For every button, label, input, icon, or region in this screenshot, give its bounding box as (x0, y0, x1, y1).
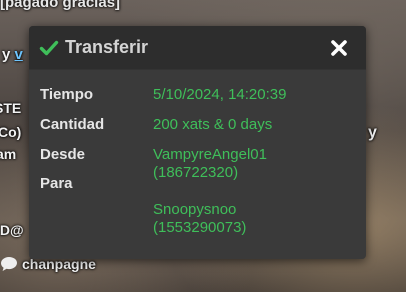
row-desde: Desde Para VampyreAngel01 (186722320) (40, 146, 366, 193)
chat-bubble-icon (1, 257, 17, 271)
background-side-text-4: y (368, 124, 377, 141)
row-cantidad: Cantidad 200 xats & 0 days (40, 116, 366, 134)
cantidad-value: 200 xats & 0 days (153, 116, 273, 133)
dialog-title: Transferir (65, 37, 149, 57)
desde-userid: (186722320) (153, 164, 239, 181)
background-message-top: [pagado gracias] (0, 0, 121, 11)
para-label: Para (40, 175, 73, 192)
dialog-header: Transferir (29, 26, 366, 70)
para-userid: (1553290073) (153, 219, 247, 236)
check-icon (39, 38, 59, 58)
tiempo-value: 5/10/2024, 14:20:39 (153, 86, 287, 103)
para-username: Snoopysnoo (153, 201, 237, 218)
background-side-text-5: ID@ (0, 222, 24, 238)
background-side-text-1: STE (0, 100, 22, 116)
background-message-y: y v (2, 46, 23, 63)
desde-label: Desde Para (40, 146, 153, 193)
dialog-body: Tiempo 5/10/2024, 14:20:39 Cantidad 200 … (29, 70, 366, 237)
background-y-prefix: y (2, 46, 15, 63)
desde-label-text: Desde (40, 146, 86, 163)
background-side-text-3: am (0, 146, 17, 162)
desde-value: VampyreAngel01 (186722320) (153, 146, 267, 193)
row-tiempo: Tiempo 5/10/2024, 14:20:39 (40, 86, 366, 104)
desde-username: VampyreAngel01 (153, 146, 267, 163)
cantidad-label: Cantidad (40, 116, 105, 133)
tiempo-label: Tiempo (40, 86, 94, 103)
row-para: Snoopysnoo (1553290073) (40, 201, 366, 237)
transfer-dialog: Transferir Tiempo 5/10/2024, 14:20:39 Ca… (29, 26, 366, 259)
background-side-text-2: Co) (0, 124, 22, 140)
para-value: Snoopysnoo (1553290073) (153, 201, 246, 237)
para-label-spacer (40, 201, 153, 237)
background-link[interactable]: v (15, 46, 23, 63)
close-icon[interactable] (328, 37, 350, 59)
